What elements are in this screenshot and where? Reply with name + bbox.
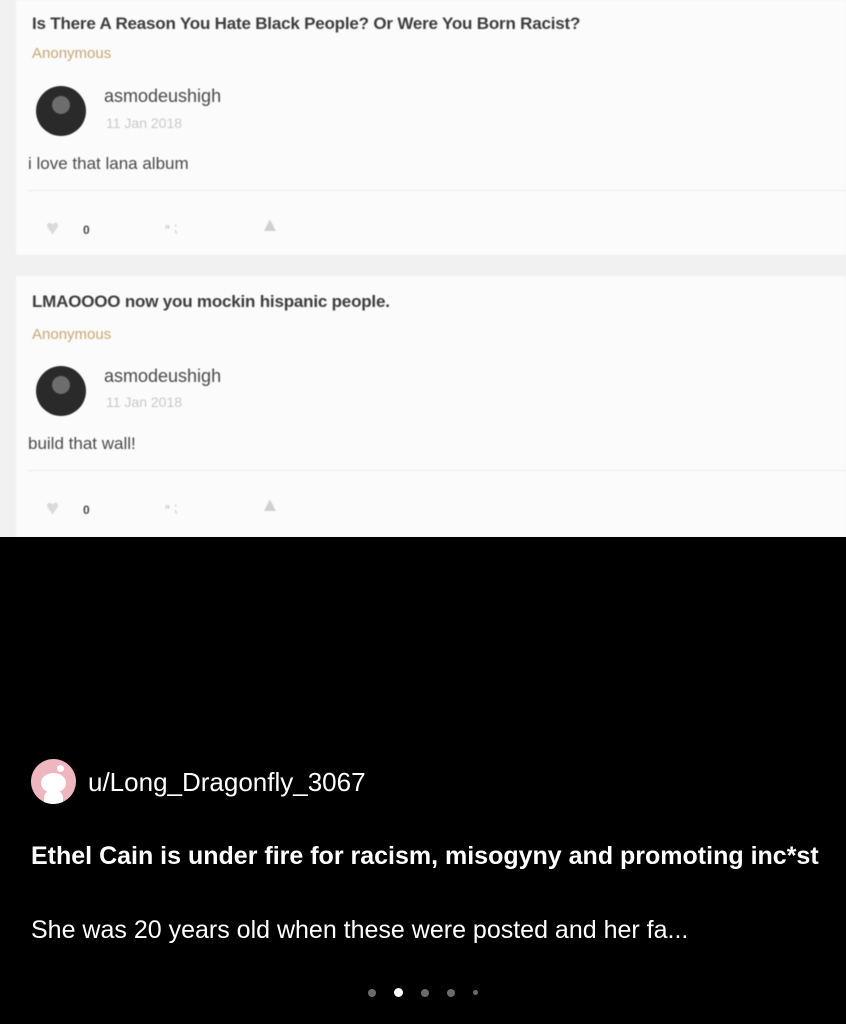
user-avatar-icon[interactable]	[31, 759, 76, 804]
share-icon: ⁍⁏	[164, 499, 180, 515]
carousel-dot[interactable]	[368, 988, 376, 997]
carousel-dot[interactable]	[473, 990, 478, 995]
post-title[interactable]: Ethel Cain is under fire for racism, mis…	[31, 840, 821, 873]
carousel-dot[interactable]	[421, 988, 429, 997]
share-icon: ⁍⁏	[164, 219, 180, 235]
divider	[28, 190, 846, 191]
avatar	[36, 366, 86, 416]
qa-card: LMAOOOO now you mockin hispanic people. …	[16, 276, 846, 537]
answer-date: 11 Jan 2018	[106, 394, 183, 410]
like-count: 0	[83, 503, 90, 517]
heart-icon: ♥	[46, 495, 60, 520]
asker-name: Anonymous	[32, 326, 112, 343]
answer-text: build that wall!	[28, 434, 136, 453]
carousel-dot-active[interactable]	[394, 988, 403, 997]
asker-name: Anonymous	[32, 45, 112, 62]
up-arrow-icon: ▲	[260, 214, 280, 236]
question-text: LMAOOOO now you mockin hispanic people.	[32, 292, 390, 311]
divider	[28, 470, 846, 471]
avatar	[36, 86, 86, 136]
qa-card: Is There A Reason You Hate Black People?…	[16, 0, 846, 255]
carousel-indicator	[0, 988, 846, 997]
answer-text: i love that lana album	[28, 154, 189, 173]
answer-date: 11 Jan 2018	[106, 115, 183, 131]
like-count: 0	[83, 223, 90, 237]
post-image[interactable]: Is There A Reason You Hate Black People?…	[0, 0, 846, 537]
question-text: Is There A Reason You Hate Black People?…	[32, 14, 581, 33]
post-author[interactable]: u/Long_Dragonfly_3067	[88, 767, 366, 798]
post-body-preview[interactable]: She was 20 years old when these were pos…	[31, 916, 831, 945]
answerer-username: asmodeushigh	[104, 366, 222, 386]
up-arrow-icon: ▲	[260, 494, 280, 516]
answerer-username: asmodeushigh	[104, 86, 222, 106]
heart-icon: ♥	[46, 215, 60, 240]
carousel-dot[interactable]	[447, 988, 455, 997]
